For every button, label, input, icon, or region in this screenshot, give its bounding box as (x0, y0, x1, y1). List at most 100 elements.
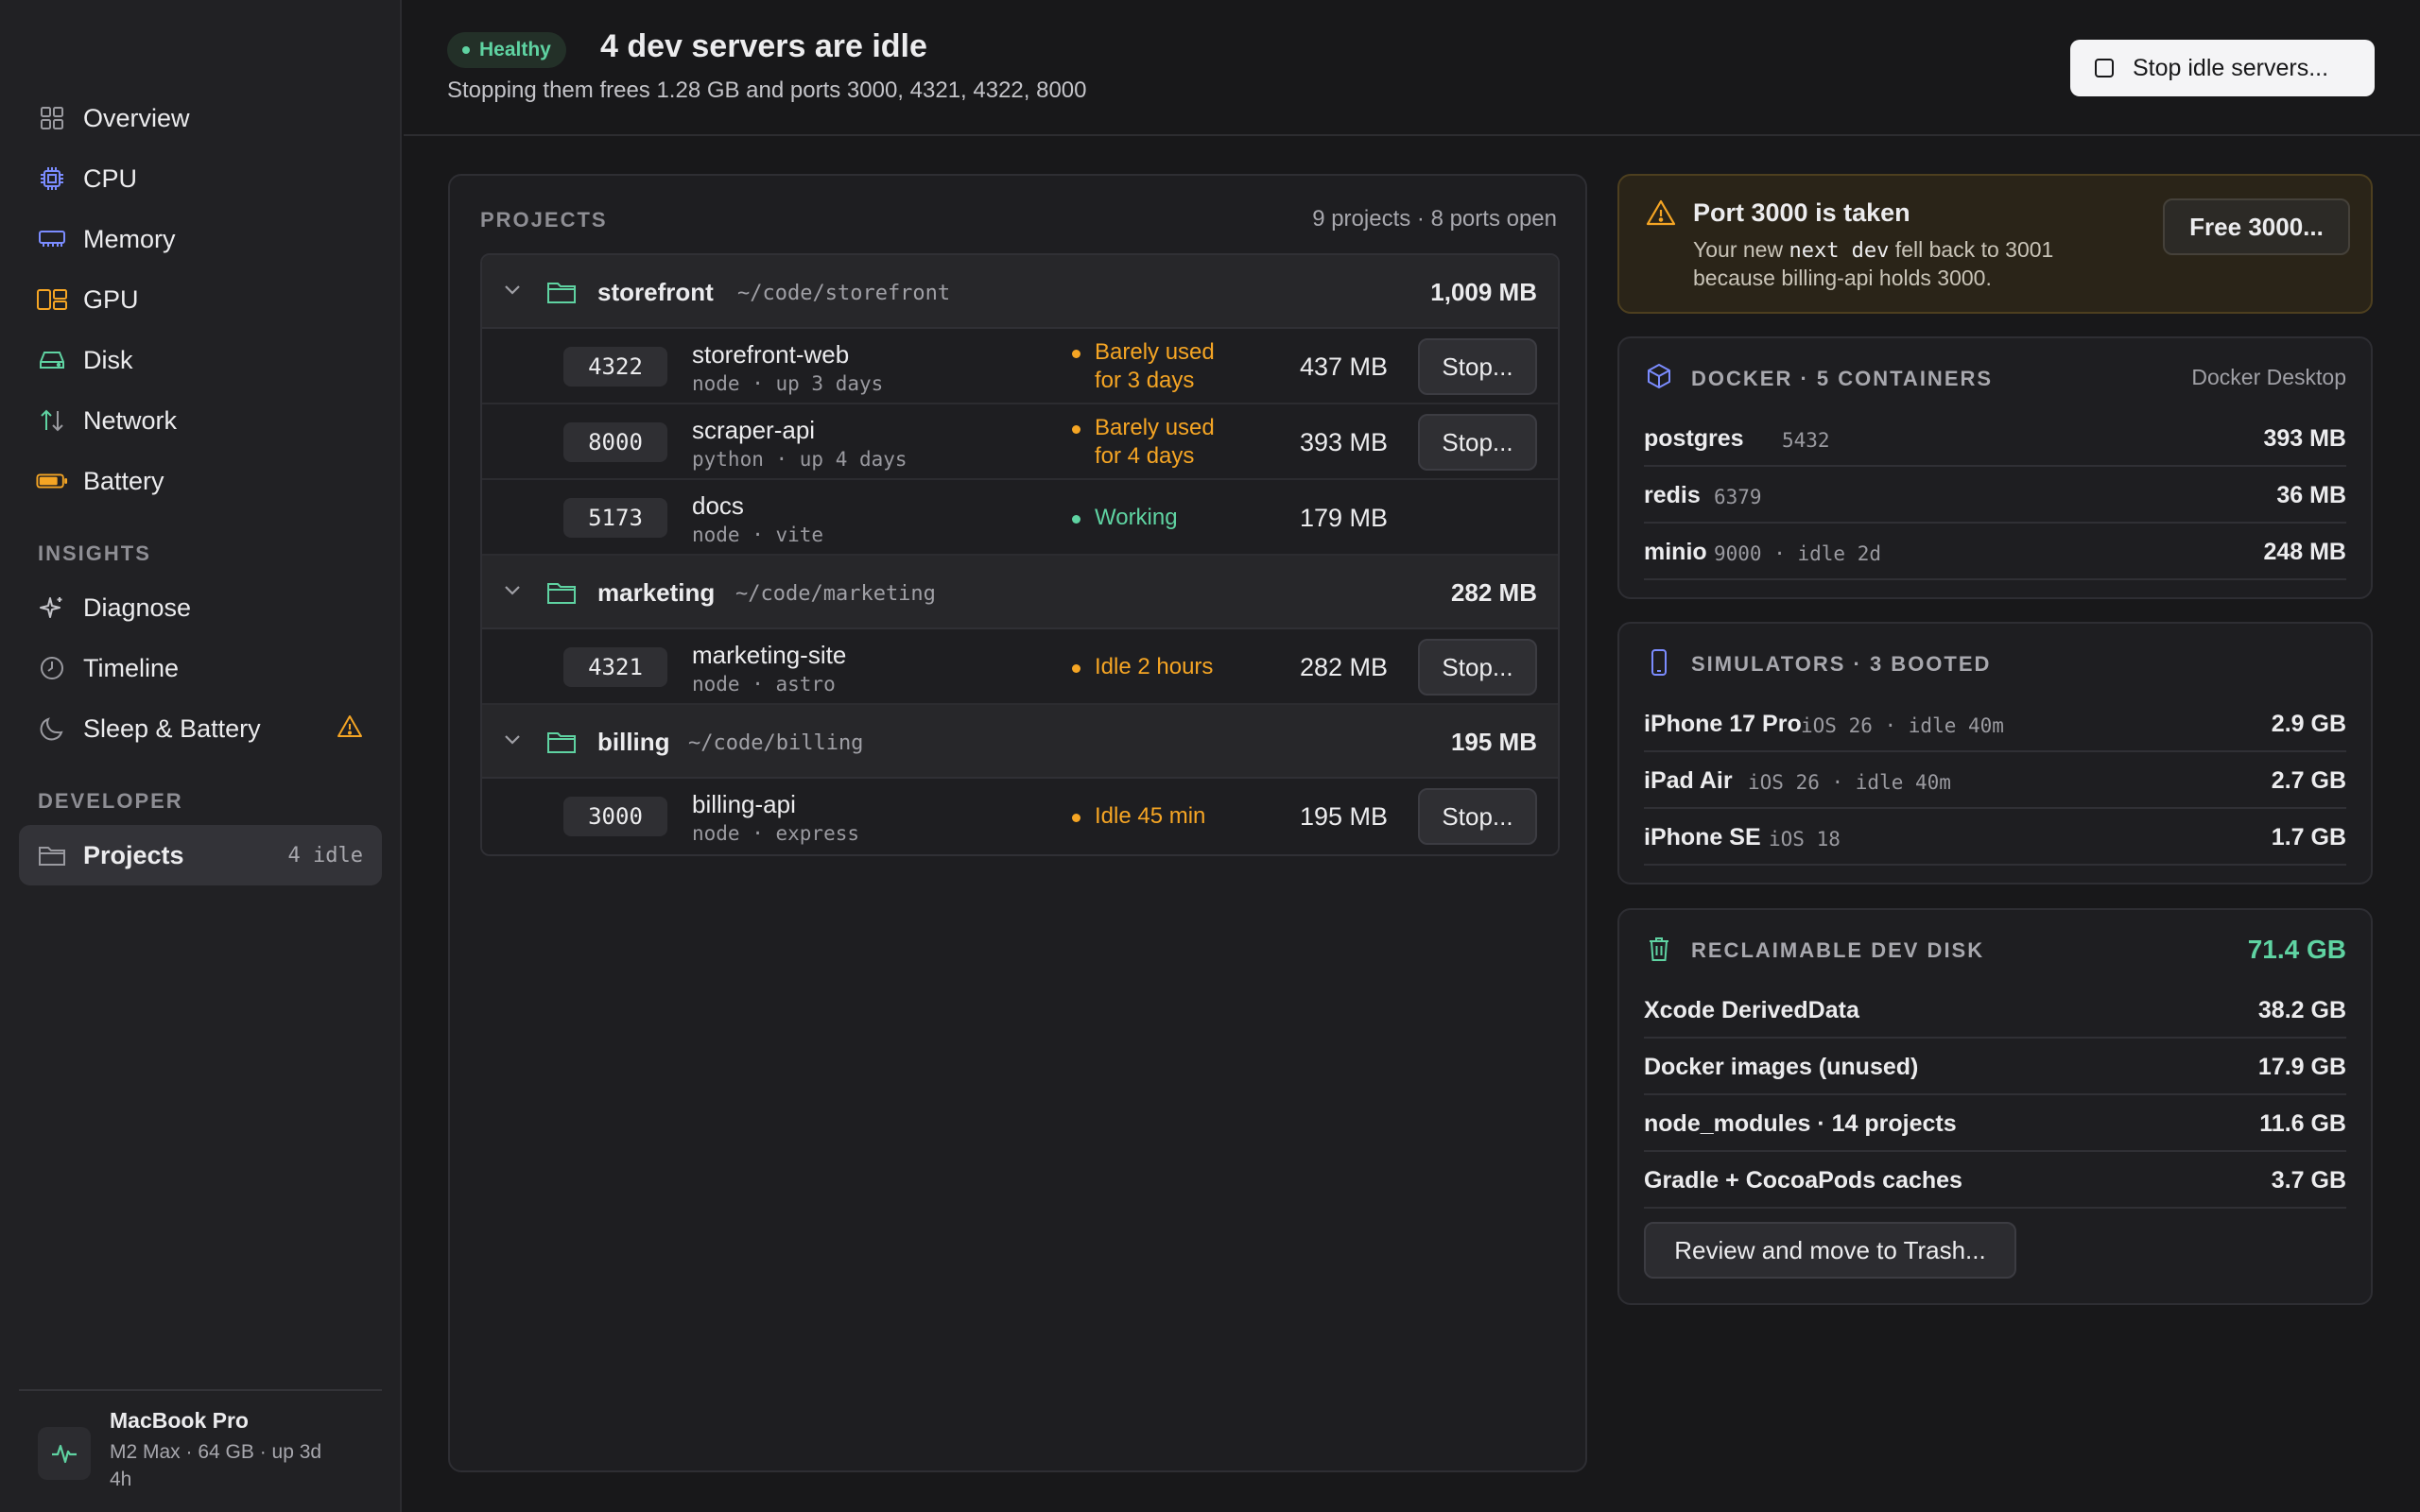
review-move-to-trash-button[interactable]: Review and move to Trash... (1644, 1222, 2016, 1279)
network-icon (36, 404, 68, 437)
status-line-1: Idle 2 hours (1095, 654, 1214, 679)
free-port-button[interactable]: Free 3000... (2163, 198, 2350, 255)
sidebar-item-label: Diagnose (83, 593, 192, 622)
sidebar-item-gpu[interactable]: GPU (19, 269, 382, 330)
chevron-down-icon[interactable] (503, 284, 522, 301)
status-line-1: Working (1095, 505, 1178, 530)
list-item[interactable]: Xcode DerivedData 38.2 GB (1644, 982, 2346, 1039)
sidebar-item-label: Overview (83, 103, 190, 132)
server-status: Barely used for 4 days (1072, 414, 1215, 471)
server-row: 8000 scraper-api python · up 4 days Bare… (482, 404, 1558, 480)
cpu-icon (36, 163, 68, 195)
chevron-down-icon[interactable] (503, 733, 522, 751)
sidebar-item-cpu[interactable]: CPU (19, 148, 382, 209)
reclaimable-disk-card: RECLAIMABLE DEV DISK 71.4 GB Xcode Deriv… (1617, 908, 2373, 1305)
sidebar: Overview CPU Memory GPU Disk Network Bat… (0, 0, 402, 1512)
alert-command: next dev (1789, 239, 1890, 263)
chevron-down-icon[interactable] (503, 584, 522, 602)
sparkle-icon (36, 592, 68, 624)
port-badge: 5173 (563, 498, 667, 538)
sidebar-item-diagnose[interactable]: Diagnose (19, 577, 382, 638)
stop-idle-servers-button[interactable]: Stop idle servers... (2070, 40, 2375, 96)
server-meta: node · astro (692, 673, 836, 696)
sidebar-item-disk[interactable]: Disk (19, 330, 382, 390)
server-meta: python · up 4 days (692, 448, 908, 471)
sidebar-item-label: Projects (83, 840, 184, 869)
disk-item-size: 38.2 GB (2257, 997, 2346, 1023)
sidebar-item-label: Network (83, 405, 178, 435)
sidebar-item-timeline[interactable]: Timeline (19, 638, 382, 698)
sidebar-item-label: Sleep & Battery (83, 713, 261, 743)
list-item[interactable]: iPad Air iOS 26 · idle 40m 2.7 GB (1644, 752, 2346, 809)
server-name: billing-api (692, 790, 796, 818)
project-group-billing[interactable]: billing ~/code/billing 195 MB (482, 705, 1558, 779)
server-name: scraper-api (692, 416, 816, 444)
list-item[interactable]: iPhone 17 Pro iOS 26 · idle 40m 2.9 GB (1644, 696, 2346, 752)
sidebar-item-network[interactable]: Network (19, 390, 382, 451)
disk-item-name: Gradle + CocoaPods caches (1644, 1167, 1962, 1194)
stop-square-icon (2095, 59, 2114, 77)
port-badge: 3000 (563, 797, 667, 836)
status-dot (1072, 664, 1080, 673)
status-dot (1072, 425, 1080, 434)
list-item[interactable]: Docker images (unused) 17.9 GB (1644, 1039, 2346, 1095)
list-item[interactable]: iPhone SE iOS 18 1.7 GB (1644, 809, 2346, 866)
container-memory: 36 MB (2276, 482, 2346, 508)
project-name: marketing (597, 578, 716, 607)
docker-title: DOCKER · 5 CONTAINERS (1691, 367, 1994, 390)
trash-icon (1646, 935, 1672, 968)
server-memory: 437 MB (1299, 352, 1388, 381)
stop-button[interactable]: Stop... (1418, 639, 1537, 696)
project-group-storefront[interactable]: storefront ~/code/storefront 1,009 MB (482, 255, 1558, 329)
status-line-2: for 3 days (1095, 368, 1195, 393)
alert-title: Port 3000 is taken (1693, 198, 1910, 227)
port-badge: 4322 (563, 347, 667, 387)
sidebar-item-label: CPU (83, 163, 138, 193)
sidebar-item-projects[interactable]: Projects 4 idle (19, 825, 382, 885)
sidebar-item-battery[interactable]: Battery (19, 451, 382, 511)
folder-icon (36, 839, 68, 871)
simulators-title: SIMULATORS · 3 BOOTED (1691, 652, 1992, 676)
list-item[interactable]: redis 6379 36 MB (1644, 467, 2346, 524)
stop-button[interactable]: Stop... (1418, 788, 1537, 845)
server-row: 4322 storefront-web node · up 3 days Bar… (482, 329, 1558, 404)
list-item[interactable]: minio 9000 · idle 2d 248 MB (1644, 524, 2346, 580)
project-path: ~/code/billing (688, 731, 864, 755)
gpu-icon (36, 284, 68, 316)
status-badge: Healthy (447, 32, 566, 68)
list-item[interactable]: node_modules · 14 projects 11.6 GB (1644, 1095, 2346, 1152)
sidebar-item-overview[interactable]: Overview (19, 88, 382, 148)
machine-name: MacBook Pro (110, 1408, 249, 1433)
projects-heading: PROJECTS (480, 208, 608, 232)
alert-body: Your new next dev fell back to 3001 beca… (1693, 236, 2137, 292)
docker-card: DOCKER · 5 CONTAINERS Docker Desktop pos… (1617, 336, 2373, 599)
page-title: 4 dev servers are idle (600, 28, 927, 64)
server-memory: 195 MB (1299, 802, 1388, 831)
container-memory: 248 MB (2263, 539, 2346, 565)
disk-title: RECLAIMABLE DEV DISK (1691, 938, 1985, 962)
stop-button[interactable]: Stop... (1418, 338, 1537, 395)
sidebar-item-memory[interactable]: Memory (19, 209, 382, 269)
list-item[interactable]: Gradle + CocoaPods caches 3.7 GB (1644, 1152, 2346, 1209)
list-item[interactable]: postgres 5432 393 MB (1644, 410, 2346, 467)
container-meta: 9000 · idle 2d (1714, 542, 1882, 565)
stop-button[interactable]: Stop... (1418, 414, 1537, 471)
server-meta: node · express (692, 822, 860, 845)
simulators-card: SIMULATORS · 3 BOOTED iPhone 17 Pro iOS … (1617, 622, 2373, 885)
alert-body-pre: Your new (1693, 237, 1789, 262)
simulator-meta: iOS 18 (1769, 828, 1841, 850)
server-name: marketing-site (692, 641, 847, 669)
status-line-1: Barely used (1095, 339, 1215, 365)
sidebar-item-sleep-battery[interactable]: Sleep & Battery (19, 698, 382, 759)
server-memory: 282 MB (1299, 653, 1388, 681)
folder-icon (546, 579, 577, 610)
container-name: redis (1644, 482, 1701, 508)
project-group-marketing[interactable]: marketing ~/code/marketing 282 MB (482, 556, 1558, 629)
projects-table: storefront ~/code/storefront 1,009 MB 43… (480, 253, 1560, 856)
server-row: 5173 docs node · vite Working 179 MB (482, 480, 1558, 556)
status-dot (1072, 515, 1080, 524)
disk-item-name: Xcode DerivedData (1644, 997, 1859, 1023)
server-row: 4321 marketing-site node · astro Idle 2 … (482, 629, 1558, 705)
page-header: Healthy 4 dev servers are idle Stopping … (404, 0, 2420, 136)
disk-total: 71.4 GB (2247, 935, 2346, 964)
